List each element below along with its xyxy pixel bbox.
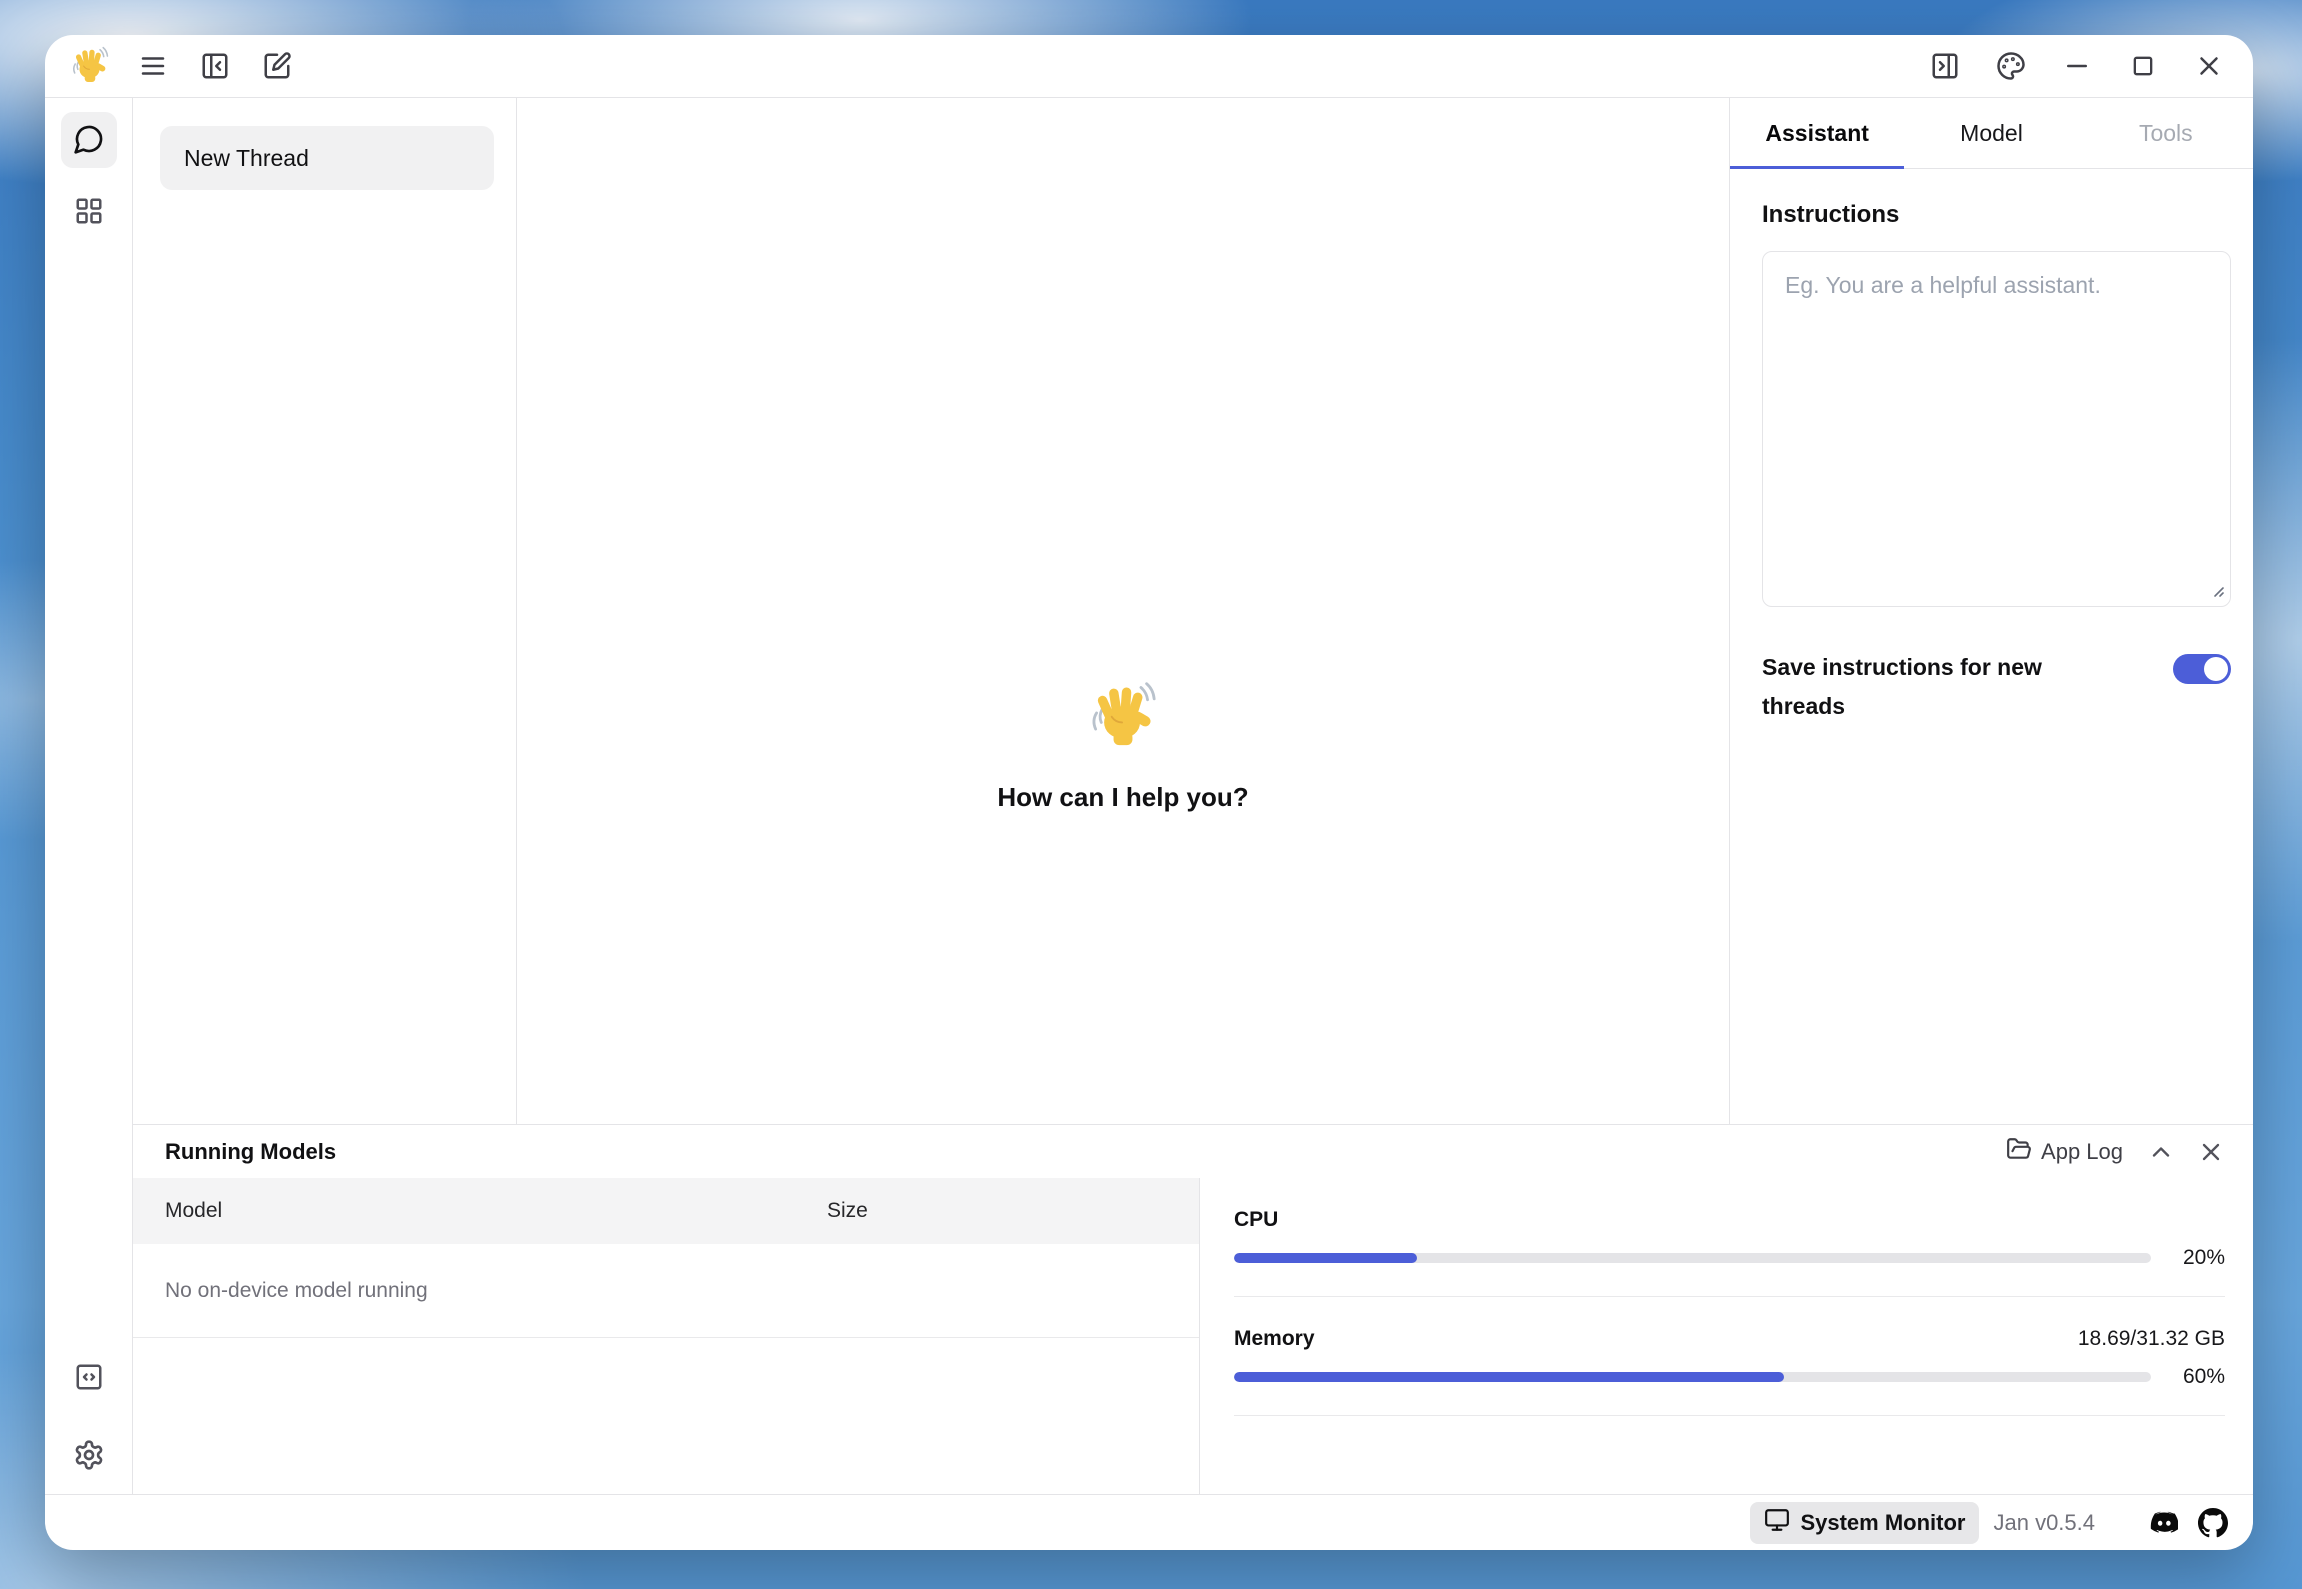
app-logo-wave-icon [71, 45, 109, 88]
menu-icon[interactable] [135, 48, 171, 84]
memory-label: Memory [1234, 1327, 1315, 1351]
save-instructions-label: Save instructions for new threads [1762, 648, 2092, 726]
sidebar-item-hub[interactable] [61, 184, 117, 240]
panel-left-collapse-icon[interactable] [197, 48, 233, 84]
memory-progress-fill [1234, 1372, 1784, 1382]
code-square-icon [74, 1362, 104, 1395]
gear-icon [73, 1439, 105, 1474]
assistant-panel-tabs: Assistant Model Tools [1730, 98, 2253, 169]
close-icon[interactable] [2191, 48, 2227, 84]
theme-palette-icon[interactable] [1993, 48, 2029, 84]
resize-handle-icon[interactable] [2208, 581, 2226, 604]
save-instructions-toggle[interactable] [2173, 654, 2231, 684]
cpu-percent: 20% [2167, 1246, 2225, 1270]
panel-right-toggle-icon[interactable] [1927, 48, 1963, 84]
maximize-icon[interactable] [2125, 48, 2161, 84]
table-header-size: Size [827, 1199, 1199, 1223]
left-rail [45, 98, 133, 1494]
thread-list-item[interactable]: New Thread [160, 126, 494, 190]
chat-empty-state: How can I help you? [517, 98, 1729, 1124]
folder-open-icon [2006, 1136, 2032, 1168]
panel-close-icon[interactable] [2191, 1132, 2231, 1172]
discord-icon[interactable] [2145, 1505, 2181, 1541]
thread-title: New Thread [184, 145, 309, 172]
statusbar: System Monitor Jan v0.5.4 [45, 1494, 2253, 1550]
memory-monitor-row: Memory 18.69/31.32 GB 60% [1234, 1297, 2225, 1416]
running-models-title: Running Models [165, 1139, 336, 1165]
cpu-label: CPU [1234, 1208, 1278, 1232]
memory-percent: 60% [2167, 1365, 2225, 1389]
titlebar [45, 35, 2253, 98]
chat-greeting: How can I help you? [997, 782, 1248, 813]
minimize-icon[interactable] [2059, 48, 2095, 84]
cpu-progress-fill [1234, 1253, 1417, 1263]
table-header-model: Model [133, 1199, 827, 1223]
sidebar-item-settings[interactable] [61, 1428, 117, 1484]
toggle-knob [2204, 657, 2228, 681]
instructions-heading: Instructions [1762, 201, 2231, 229]
thread-list: New Thread [133, 98, 517, 1124]
system-monitor-section: CPU 20% Memo [1200, 1178, 2253, 1494]
tab-model[interactable]: Model [1904, 98, 2078, 168]
wave-hand-icon [1089, 679, 1157, 752]
cpu-monitor-row: CPU 20% [1234, 1178, 2225, 1297]
instructions-textarea[interactable] [1762, 251, 2231, 607]
sidebar-item-local-api-server[interactable] [61, 1350, 117, 1406]
app-log-button[interactable]: App Log [1998, 1132, 2131, 1172]
system-monitor-button[interactable]: System Monitor [1750, 1502, 1979, 1544]
app-version: Jan v0.5.4 [1993, 1510, 2095, 1536]
memory-progress-bar [1234, 1372, 2151, 1382]
tab-assistant[interactable]: Assistant [1730, 98, 1904, 168]
new-chat-icon[interactable] [259, 48, 295, 84]
memory-usage: 18.69/31.32 GB [2078, 1327, 2225, 1351]
tab-tools[interactable]: Tools [2079, 98, 2253, 168]
running-models-panel: Running Models App Log [133, 1124, 2253, 1494]
running-models-table: Model Size No on-device model running [133, 1178, 1200, 1494]
app-window: New Thread How can I help you? Assistant… [45, 35, 2253, 1550]
grid-icon [74, 196, 104, 229]
table-empty-row: No on-device model running [133, 1244, 1199, 1338]
cpu-progress-bar [1234, 1253, 2151, 1263]
github-icon[interactable] [2195, 1505, 2231, 1541]
sidebar-item-threads[interactable] [61, 112, 117, 168]
monitor-icon [1764, 1507, 1790, 1539]
panel-expand-chevron-up-icon[interactable] [2141, 1132, 2181, 1172]
chat-bubble-icon [73, 123, 105, 158]
assistant-panel: Assistant Model Tools Instructions [1729, 98, 2253, 1124]
